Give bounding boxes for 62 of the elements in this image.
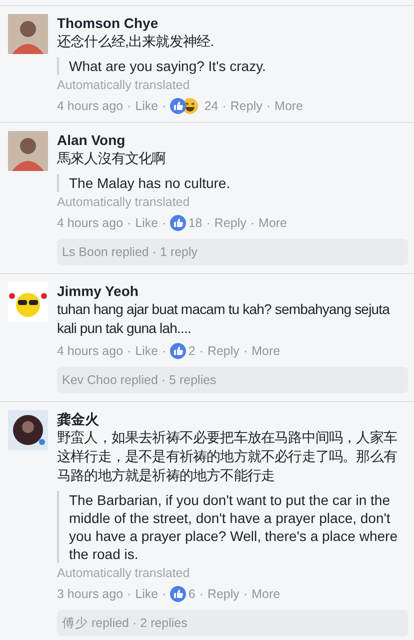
avatar	[8, 131, 48, 171]
like-link[interactable]: Like	[135, 343, 158, 359]
more-link[interactable]: More	[252, 586, 280, 602]
author-name[interactable]: Alan Vong	[57, 131, 408, 149]
laughing-emoji-icon	[182, 98, 198, 114]
separator-dot: ·	[199, 586, 204, 602]
author-name[interactable]: Jimmy Yeoh	[57, 282, 408, 300]
separator-dot: ·	[243, 343, 248, 359]
replies-summary[interactable]: Ls Boon replied · 1 reply	[57, 239, 408, 265]
separator-dot: ·	[162, 215, 166, 231]
separator-dot: ·	[222, 98, 226, 114]
separator-dot: ·	[162, 586, 166, 602]
separator-dot: ·	[127, 215, 132, 231]
reply-link[interactable]: Reply	[207, 343, 240, 359]
separator-dot: ·	[206, 215, 210, 231]
reaction-count: 18	[188, 215, 202, 231]
separator-dot: ·	[162, 98, 166, 114]
separator-dot: ·	[199, 343, 204, 359]
like-link[interactable]: Like	[135, 586, 158, 602]
timestamp: 4 hours ago	[57, 215, 124, 231]
separator-dot: ·	[127, 586, 132, 602]
comment-text: tuhan hang ajar buat macam tu kah? sembahyang sejuta kali pun tak guna lah....	[57, 300, 391, 338]
translation-note: Automatically translated	[57, 194, 191, 210]
separator-dot: ·	[243, 586, 248, 602]
translation-text: The Malay has no culture.	[57, 174, 408, 192]
avatar	[8, 410, 48, 450]
separator-dot: ·	[127, 98, 132, 114]
translation-text: What are you saying? It's crazy.	[57, 57, 408, 75]
like-icon	[170, 586, 186, 602]
more-link[interactable]: More	[258, 215, 288, 231]
timestamp: 4 hours ago	[57, 343, 124, 359]
like-link[interactable]: Like	[135, 98, 158, 114]
reply-link[interactable]: Reply	[207, 586, 240, 602]
author-name[interactable]: Thomson Chye	[57, 14, 408, 32]
separator-dot: ·	[266, 98, 271, 114]
replies-summary[interactable]: Kev Choo replied · 5 replies	[57, 367, 408, 393]
avatar	[8, 14, 48, 54]
translation-note: Automatically translated	[57, 77, 191, 93]
timestamp: 4 hours ago	[57, 98, 124, 114]
reaction-count: 2	[188, 343, 196, 359]
like-icon	[170, 98, 186, 114]
more-link[interactable]: More	[252, 343, 280, 359]
comment-text: 野蛮人，如果去祈祷不必要把车放在马路中间吗，人家车这样行走，是不是有祈祷的地方就不必行走了吗。那么有马路的地方就是祈祷的地方不能行走	[57, 428, 398, 485]
separator-dot: ·	[250, 215, 255, 231]
like-link[interactable]: Like	[135, 215, 158, 231]
reaction-count: 24	[204, 98, 218, 114]
like-icon	[170, 343, 186, 359]
like-icon	[170, 215, 186, 231]
timestamp: 3 hours ago	[57, 586, 124, 602]
reaction-count: 6	[188, 586, 196, 602]
author-name[interactable]: 龚金火	[57, 410, 408, 428]
separator-dot: ·	[127, 343, 132, 359]
translation-text: The Barbarian, if you don't want to put the car in the middle of the street, don't have a prayer place, don't you have a prayer place? Well, there's a place where the road is.	[57, 491, 408, 563]
translation-note: Automatically translated	[57, 565, 191, 581]
replies-summary[interactable]: 傅少 replied · 2 replies	[57, 610, 408, 636]
more-link[interactable]: More	[274, 98, 304, 114]
separator-dot: ·	[162, 343, 166, 359]
reply-link[interactable]: Reply	[230, 98, 262, 114]
reply-link[interactable]: Reply	[214, 215, 246, 231]
avatar	[8, 282, 48, 322]
comment-text: 馬來人沒有文化啊	[57, 149, 167, 168]
comment-text: 还念什么经,出来就发神经.	[57, 32, 215, 51]
